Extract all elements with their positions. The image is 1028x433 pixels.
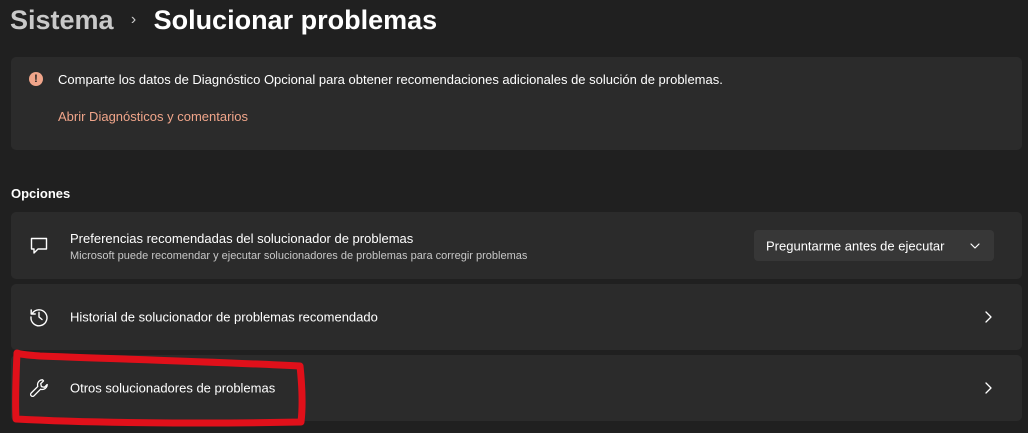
wrench-icon xyxy=(30,379,48,397)
option-title: Preferencias recomendadas del solucionad… xyxy=(70,231,414,246)
chevron-right-icon: › xyxy=(130,11,137,28)
option-subtitle: Microsoft puede recomendar y ejecutar so… xyxy=(70,250,528,262)
info-icon: ! xyxy=(29,72,43,86)
dropdown-selected-value: Preguntarme antes de ejecutar xyxy=(766,238,945,253)
option-other-troubleshooters[interactable]: Otros solucionadores de problemas xyxy=(11,355,1022,421)
open-diagnostics-link[interactable]: Abrir Diagnósticos y comentarios xyxy=(58,109,248,124)
section-title-options: Opciones xyxy=(11,186,71,201)
option-recommended-history[interactable]: Historial de solucionador de problemas r… xyxy=(11,284,1022,350)
chevron-down-icon xyxy=(970,242,980,249)
breadcrumb: Sistema › Solucionar problemas xyxy=(10,2,437,38)
info-banner-message: Comparte los datos de Diagnóstico Opcion… xyxy=(58,72,723,87)
page-title: Solucionar problemas xyxy=(153,4,438,35)
breadcrumb-parent-sistema[interactable]: Sistema xyxy=(10,5,114,36)
chevron-right-icon xyxy=(985,382,992,394)
chat-bubble-icon xyxy=(30,237,48,254)
chevron-right-icon xyxy=(985,311,992,323)
history-icon xyxy=(30,309,48,327)
option-title: Historial de solucionador de problemas r… xyxy=(70,309,378,325)
diagnostics-info-banner: ! Comparte los datos de Diagnóstico Opci… xyxy=(11,57,1022,150)
option-title: Otros solucionadores de problemas xyxy=(70,380,276,396)
option-recommended-preferences: Preferencias recomendadas del solucionad… xyxy=(11,212,1022,279)
run-preference-dropdown[interactable]: Preguntarme antes de ejecutar xyxy=(754,230,994,261)
